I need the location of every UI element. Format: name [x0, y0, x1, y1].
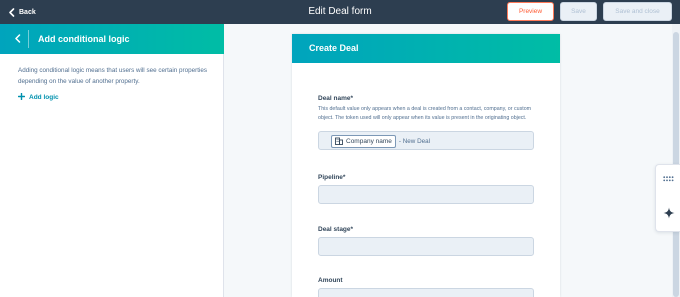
grid-dots-icon[interactable] — [662, 172, 675, 185]
panel-back-button[interactable] — [11, 33, 23, 45]
chevron-left-icon — [8, 7, 15, 17]
amount-label: Amount — [318, 277, 343, 284]
form-header: Create Deal — [292, 34, 560, 63]
deal-name-label: Deal name* — [318, 95, 354, 102]
panel-header: Add conditional logic — [0, 24, 224, 54]
save-button[interactable]: Save — [560, 2, 597, 21]
form-title: Create Deal — [309, 43, 359, 53]
back-button[interactable]: Back — [8, 5, 36, 19]
back-label: Back — [19, 8, 36, 16]
add-logic-label: Add logic — [29, 93, 59, 101]
deal-stage-field[interactable] — [318, 237, 534, 256]
deal-name-help-text: This default value only appears when a d… — [318, 106, 532, 121]
save-and-close-button[interactable]: Save and close — [603, 2, 672, 21]
chevron-left-icon — [14, 30, 21, 48]
preview-button[interactable]: Preview — [507, 2, 554, 21]
conditional-logic-panel: Add conditional logic Adding conditional… — [0, 24, 224, 297]
pipeline-field[interactable] — [318, 185, 534, 204]
company-building-icon — [335, 137, 343, 147]
deal-stage-label: Deal stage* — [318, 226, 354, 233]
amount-field[interactable] — [318, 288, 534, 297]
deal-name-default-value: Company name - New Deal — [331, 135, 430, 148]
deal-name-field[interactable]: Company name - New Deal — [318, 131, 534, 150]
side-toolbar — [655, 164, 680, 232]
token-label: Company name — [346, 138, 392, 145]
company-name-token[interactable]: Company name — [331, 135, 396, 148]
plus-icon — [17, 92, 26, 102]
token-suffix-text: - New Deal — [398, 138, 431, 145]
form-preview-card: Create Deal Deal name* This default valu… — [292, 34, 560, 297]
top-bar: Back Edit Deal form Preview Save Save an… — [0, 0, 680, 24]
panel-title: Add conditional logic — [38, 34, 130, 44]
sparkle-icon[interactable] — [662, 206, 675, 219]
add-logic-button[interactable]: Add logic — [17, 92, 59, 102]
page-scrollbar[interactable] — [672, 24, 680, 297]
pipeline-label: Pipeline* — [318, 174, 346, 181]
panel-description: Adding conditional logic means that user… — [18, 67, 208, 85]
panel-header-divider — [28, 30, 29, 48]
